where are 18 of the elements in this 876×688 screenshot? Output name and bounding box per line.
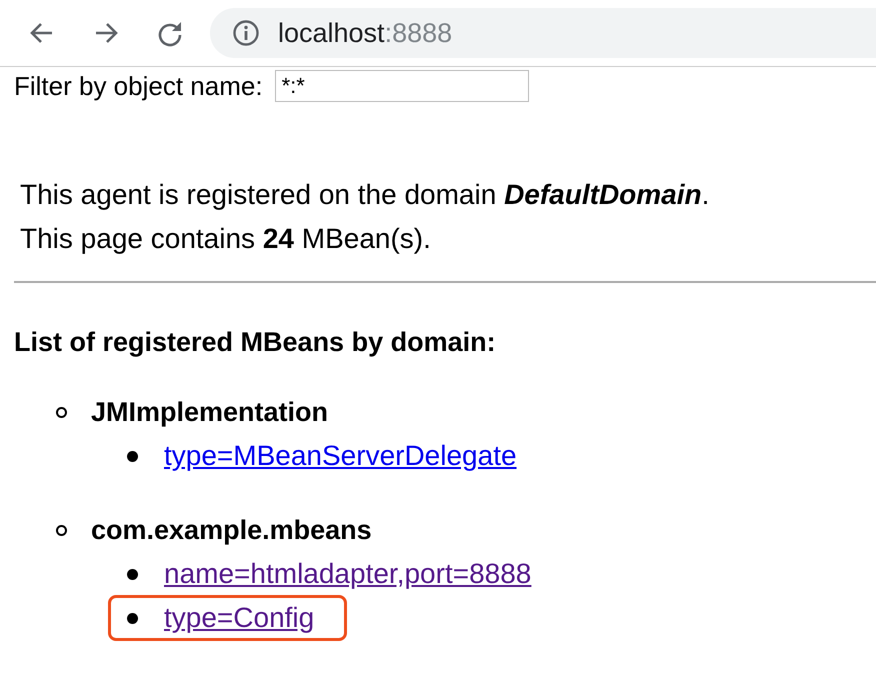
filter-input-field[interactable]: *:* [274,70,529,102]
bullet-icon [56,406,67,418]
domain-name: JMImplementation [91,396,328,428]
info-icon[interactable] [232,19,260,47]
info-text: This agent is registered on the domain DefaultDomain. [20,178,710,212]
bullet-icon [127,568,138,580]
bullet-icon [127,450,138,462]
bullet-icon [127,612,138,624]
mbean-link[interactable]: type=Config [164,602,314,634]
mbean-link[interactable]: name=htmladapter,port=8888 [164,558,532,590]
mbean-link[interactable]: type=MBeanServerDelegate [164,440,517,472]
section-heading: List of registered MBeans by domain: [14,327,497,358]
filter-label: Filter by object name: [14,70,263,103]
bullet-icon [56,524,67,536]
url-text: localhost:8888 [278,18,452,48]
info-text: This page contains 24 MBean(s). [20,222,432,256]
address-bar[interactable]: localhost:8888 [210,8,876,58]
domain-name: com.example.mbeans [91,514,372,546]
